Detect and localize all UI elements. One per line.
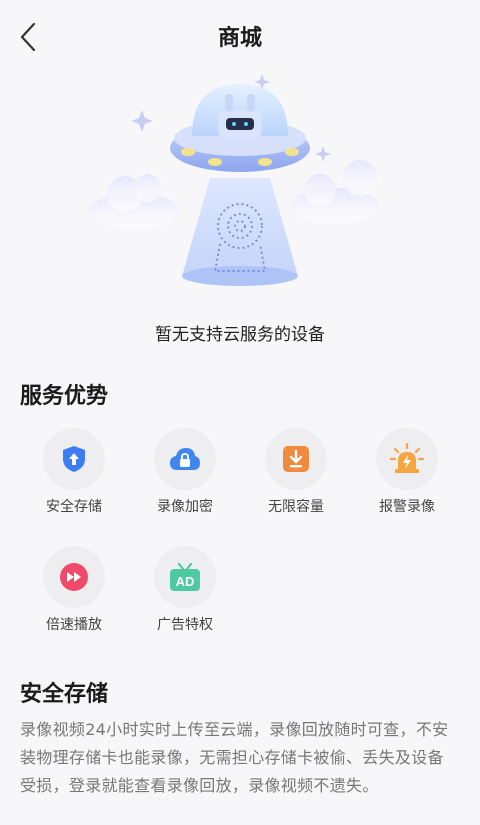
sparkle-icon (315, 146, 331, 162)
cloud-left (90, 174, 180, 229)
page-title: 商城 (217, 26, 262, 51)
shield-upload-icon (63, 446, 85, 472)
cloud-right (290, 160, 380, 224)
detail-description: 录像视频24小时实时上传至云端，录像回放随时可查，不安装物理存储卡也能录像，无需… (20, 720, 449, 795)
empty-state-text: 暂无支持云服务的设备 (155, 325, 325, 345)
ad-tv-icon: AD (170, 562, 200, 591)
feature-video-encryption[interactable]: 录像加密 (130, 428, 240, 516)
feature-ad-privilege[interactable]: AD 广告特权 (130, 546, 240, 634)
section-title-advantages: 服务优势 (20, 384, 109, 409)
feature-speed-playback[interactable]: 倍速播放 (19, 546, 129, 634)
section-title-detail: 安全存储 (20, 682, 109, 707)
empty-illustration (80, 66, 400, 306)
feature-secure-storage[interactable]: 安全存储 (19, 428, 129, 516)
feature-unlimited-capacity[interactable]: 无限容量 (241, 428, 351, 516)
top-bar: 商城 (0, 0, 480, 70)
svg-text:AD: AD (176, 574, 195, 589)
fast-forward-icon (60, 563, 88, 591)
sparkle-icon (131, 110, 153, 132)
download-icon (283, 446, 309, 472)
cloud-lock-icon (170, 448, 200, 470)
feature-alarm-recording[interactable]: 报警录像 (352, 428, 462, 516)
alarm-light-icon (390, 443, 424, 473)
